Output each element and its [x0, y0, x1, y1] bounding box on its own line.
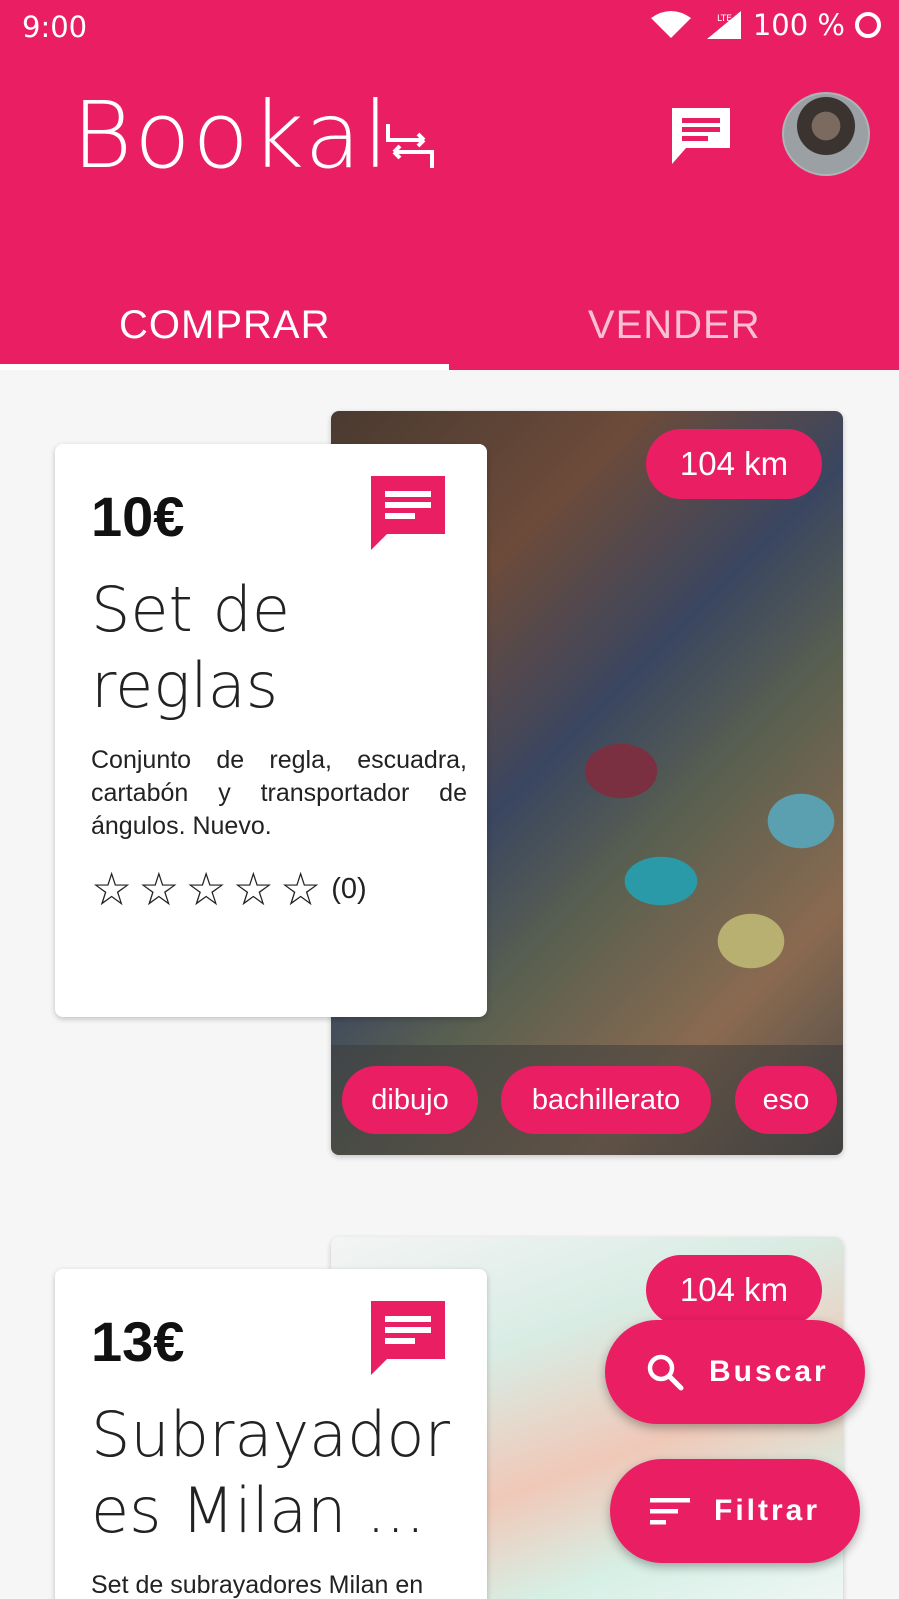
- tab-vender[interactable]: VENDER: [450, 280, 899, 370]
- star-outline-icon: ☆: [91, 863, 133, 915]
- star-outline-icon: ☆: [138, 863, 180, 915]
- tag-bar: dibujo bachillerato eso: [331, 1045, 843, 1155]
- distance-badge: 104 km: [646, 429, 822, 499]
- search-button[interactable]: Buscar: [605, 1320, 865, 1424]
- star-outline-icon: ☆: [232, 863, 274, 915]
- search-label: Buscar: [709, 1355, 829, 1388]
- product-title: Subrayador es Milan ...: [91, 1398, 450, 1547]
- tag-chip[interactable]: dibujo: [342, 1066, 478, 1134]
- app-logo: Bookal: [72, 82, 391, 189]
- product-card[interactable]: 10€ Set de reglas Conjunto de regla, esc…: [55, 444, 487, 1017]
- product-title: Set de reglas: [91, 573, 291, 722]
- rating-count: (0): [331, 872, 367, 905]
- avatar[interactable]: [782, 92, 870, 176]
- price: 10€: [91, 485, 185, 548]
- status-right: LTE 100 %: [649, 8, 881, 42]
- tab-bar: COMPRAR VENDER: [0, 280, 899, 370]
- signal-icon: LTE: [706, 11, 741, 39]
- battery-text: 100 %: [752, 8, 845, 42]
- filter-icon: [650, 1498, 690, 1525]
- app-bar: 9:00 LTE 100 % Bookal COMPRAR VENDER: [0, 0, 899, 370]
- product-description: Conjunto de regla, escuadra, cartabón y …: [91, 746, 467, 840]
- message-icon[interactable]: [371, 1301, 445, 1375]
- star-outline-icon: ☆: [280, 863, 322, 915]
- filter-button[interactable]: Filtrar: [610, 1459, 860, 1563]
- message-icon[interactable]: [668, 104, 734, 168]
- product-description: Set de subrayadores Milan en: [91, 1571, 424, 1599]
- svg-text:LTE: LTE: [717, 14, 732, 24]
- price: 13€: [91, 1310, 185, 1373]
- tab-indicator: [0, 364, 449, 370]
- tag-chip[interactable]: eso: [735, 1066, 837, 1134]
- search-icon: [647, 1354, 684, 1391]
- filter-label: Filtrar: [714, 1494, 821, 1527]
- star-outline-icon: ☆: [185, 863, 227, 915]
- product-card[interactable]: 13€ Subrayador es Milan ... Set de subra…: [55, 1269, 487, 1599]
- tag-chip[interactable]: bachillerato: [501, 1066, 711, 1134]
- status-time: 9:00: [22, 10, 88, 44]
- status-bar: 9:00 LTE 100 %: [0, 0, 899, 56]
- distance-badge: 104 km: [646, 1255, 822, 1325]
- tab-comprar[interactable]: COMPRAR: [0, 280, 450, 370]
- rating: ☆ ☆ ☆ ☆ ☆ (0): [91, 862, 367, 916]
- circle-icon: [855, 12, 881, 38]
- message-icon[interactable]: [371, 476, 445, 550]
- wifi-icon: [650, 11, 691, 38]
- swap-icon: [386, 124, 434, 168]
